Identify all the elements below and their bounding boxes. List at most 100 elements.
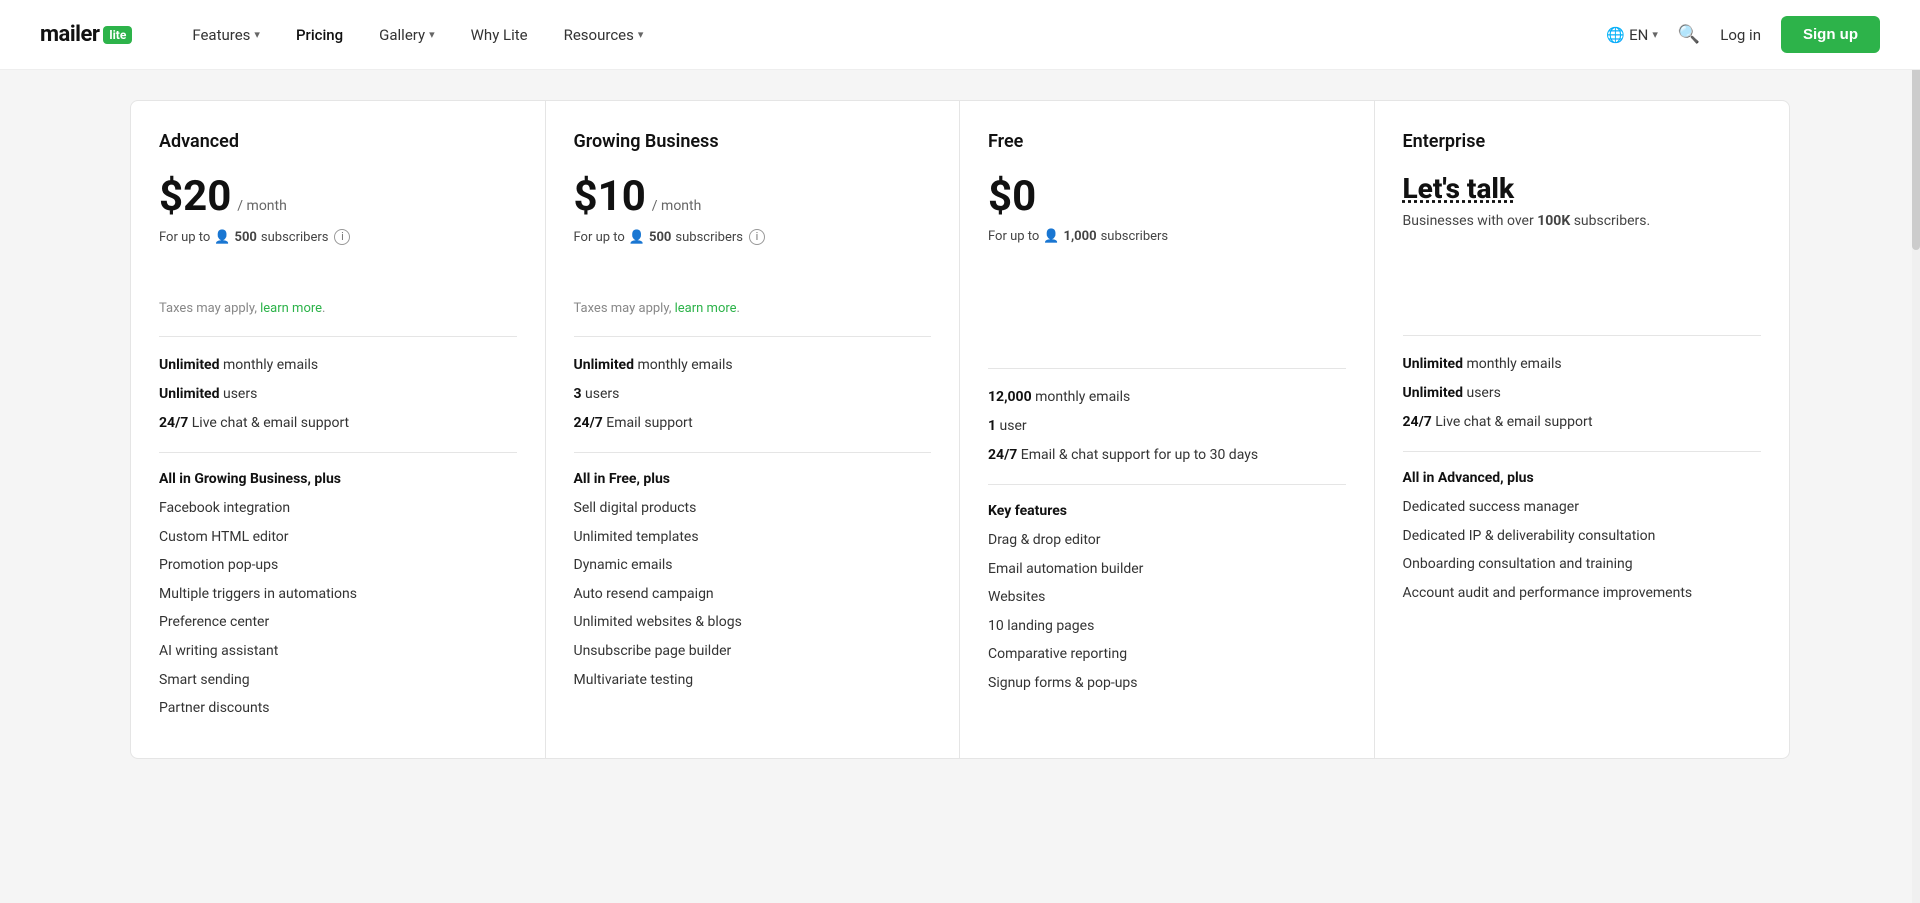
plan-growing-business: Growing Business $10 / month For up to 👤…	[546, 101, 961, 758]
divider	[159, 336, 517, 337]
feature-support-advanced: 24/7 Live chat & email support	[159, 413, 517, 434]
divider	[1403, 335, 1762, 336]
list-item: Dedicated IP & deliverability consultati…	[1403, 527, 1762, 547]
nav-links: Features ▾ Pricing Gallery ▾ Why Lite Re…	[192, 26, 1606, 44]
person-icon: 👤	[214, 230, 230, 245]
price-period-advanced: / month	[237, 198, 287, 214]
list-item: Dynamic emails	[574, 556, 932, 576]
list-item: Unsubscribe page builder	[574, 642, 932, 662]
feature-users-growing: 3 users	[574, 384, 932, 405]
subscribers-growing: For up to 👤 500 subscribers i	[574, 229, 932, 245]
navigation: mailer lite Features ▾ Pricing Gallery ▾…	[0, 0, 1920, 70]
learn-more-link-growing[interactable]: learn more	[675, 301, 737, 316]
taxes-note-growing: Taxes may apply, learn more.	[574, 301, 932, 316]
feature-support-free: 24/7 Email & chat support for up to 30 d…	[988, 445, 1346, 466]
list-item: Signup forms & pop-ups	[988, 674, 1346, 694]
nav-features[interactable]: Features ▾	[192, 26, 260, 44]
feature-users-advanced: Unlimited users	[159, 384, 517, 405]
chevron-down-icon: ▾	[429, 28, 435, 41]
person-icon: 👤	[629, 230, 645, 245]
learn-more-link-advanced[interactable]: learn more	[260, 301, 322, 316]
list-item: Multiple triggers in automations	[159, 585, 517, 605]
feature-emails-enterprise: Unlimited monthly emails	[1403, 354, 1762, 375]
price-amount-advanced: $20	[159, 172, 231, 221]
logo-badge: lite	[103, 26, 132, 44]
all-in-advanced: All in Growing Business, plus	[159, 471, 517, 487]
list-item: 10 landing pages	[988, 617, 1346, 637]
main-content: Advanced $20 / month For up to 👤 500 sub…	[0, 70, 1920, 789]
feature-support-growing: 24/7 Email support	[574, 413, 932, 434]
plan-free: Free $0 For up to 👤 1,000 subscribers 12…	[960, 101, 1375, 758]
all-in-enterprise: All in Advanced, plus	[1403, 470, 1762, 486]
chevron-down-icon: ▾	[254, 28, 260, 41]
price-enterprise: Let's talk	[1403, 172, 1762, 205]
scrollbar-thumb[interactable]	[1912, 50, 1920, 250]
nav-why-lite[interactable]: Why Lite	[471, 26, 528, 44]
info-icon[interactable]: i	[749, 229, 765, 245]
search-icon[interactable]: 🔍	[1678, 24, 1700, 45]
language-selector[interactable]: 🌐 EN ▾	[1606, 26, 1657, 44]
nav-resources[interactable]: Resources ▾	[564, 26, 644, 44]
nav-gallery[interactable]: Gallery ▾	[379, 26, 434, 44]
price-amount-free: $0	[988, 172, 1036, 221]
list-item: Partner discounts	[159, 699, 517, 719]
list-item: Custom HTML editor	[159, 528, 517, 548]
list-item: Sell digital products	[574, 499, 932, 519]
plan-advanced: Advanced $20 / month For up to 👤 500 sub…	[131, 101, 546, 758]
nav-pricing[interactable]: Pricing	[296, 26, 343, 44]
login-link[interactable]: Log in	[1720, 26, 1761, 44]
divider	[1403, 451, 1762, 452]
divider	[988, 368, 1346, 369]
list-item: Comparative reporting	[988, 645, 1346, 665]
plan-name-free: Free	[988, 131, 1346, 152]
list-item: AI writing assistant	[159, 642, 517, 662]
price-free: $0	[988, 172, 1346, 221]
person-icon: 👤	[1043, 229, 1059, 244]
subscribers-free: For up to 👤 1,000 subscribers	[988, 229, 1346, 244]
list-item: Facebook integration	[159, 499, 517, 519]
logo[interactable]: mailer lite	[40, 22, 132, 47]
price-amount-growing: $10	[574, 172, 646, 221]
feature-emails-advanced: Unlimited monthly emails	[159, 355, 517, 376]
signup-button[interactable]: Sign up	[1781, 16, 1880, 53]
plan-enterprise: Enterprise Let's talk Businesses with ov…	[1375, 101, 1790, 758]
list-item: Preference center	[159, 613, 517, 633]
feature-support-enterprise: 24/7 Live chat & email support	[1403, 412, 1762, 433]
feature-list-enterprise: Dedicated success manager Dedicated IP &…	[1403, 498, 1762, 603]
list-item: Unlimited templates	[574, 528, 932, 548]
divider	[574, 336, 932, 337]
subscribers-advanced: For up to 👤 500 subscribers i	[159, 229, 517, 245]
list-item: Auto resend campaign	[574, 585, 932, 605]
feature-emails-growing: Unlimited monthly emails	[574, 355, 932, 376]
list-item: Drag & drop editor	[988, 531, 1346, 551]
list-item: Websites	[988, 588, 1346, 608]
feature-list-free: Drag & drop editor Email automation buil…	[988, 531, 1346, 694]
scrollbar-track	[1912, 0, 1920, 903]
list-item: Email automation builder	[988, 560, 1346, 580]
price-growing: $10 / month	[574, 172, 932, 221]
price-advanced: $20 / month	[159, 172, 517, 221]
enterprise-desc: Businesses with over 100K subscribers.	[1403, 213, 1762, 229]
info-icon[interactable]: i	[334, 229, 350, 245]
logo-text: mailer	[40, 22, 99, 47]
list-item: Onboarding consultation and training	[1403, 555, 1762, 575]
list-item: Multivariate testing	[574, 671, 932, 691]
chevron-down-icon: ▾	[638, 28, 644, 41]
all-in-growing: All in Free, plus	[574, 471, 932, 487]
feature-list-growing: Sell digital products Unlimited template…	[574, 499, 932, 690]
list-item: Account audit and performance improvemen…	[1403, 584, 1762, 604]
plans-grid: Advanced $20 / month For up to 👤 500 sub…	[130, 100, 1790, 759]
feature-users-enterprise: Unlimited users	[1403, 383, 1762, 404]
divider	[574, 452, 932, 453]
list-item: Promotion pop-ups	[159, 556, 517, 576]
taxes-note-advanced: Taxes may apply, learn more.	[159, 301, 517, 316]
feature-users-free: 1 user	[988, 416, 1346, 437]
plan-name-advanced: Advanced	[159, 131, 517, 152]
globe-icon: 🌐	[1606, 26, 1625, 44]
key-features-title: Key features	[988, 503, 1346, 519]
price-period-growing: / month	[652, 198, 702, 214]
divider	[988, 484, 1346, 485]
list-item: Dedicated success manager	[1403, 498, 1762, 518]
divider	[159, 452, 517, 453]
plan-name-enterprise: Enterprise	[1403, 131, 1762, 152]
